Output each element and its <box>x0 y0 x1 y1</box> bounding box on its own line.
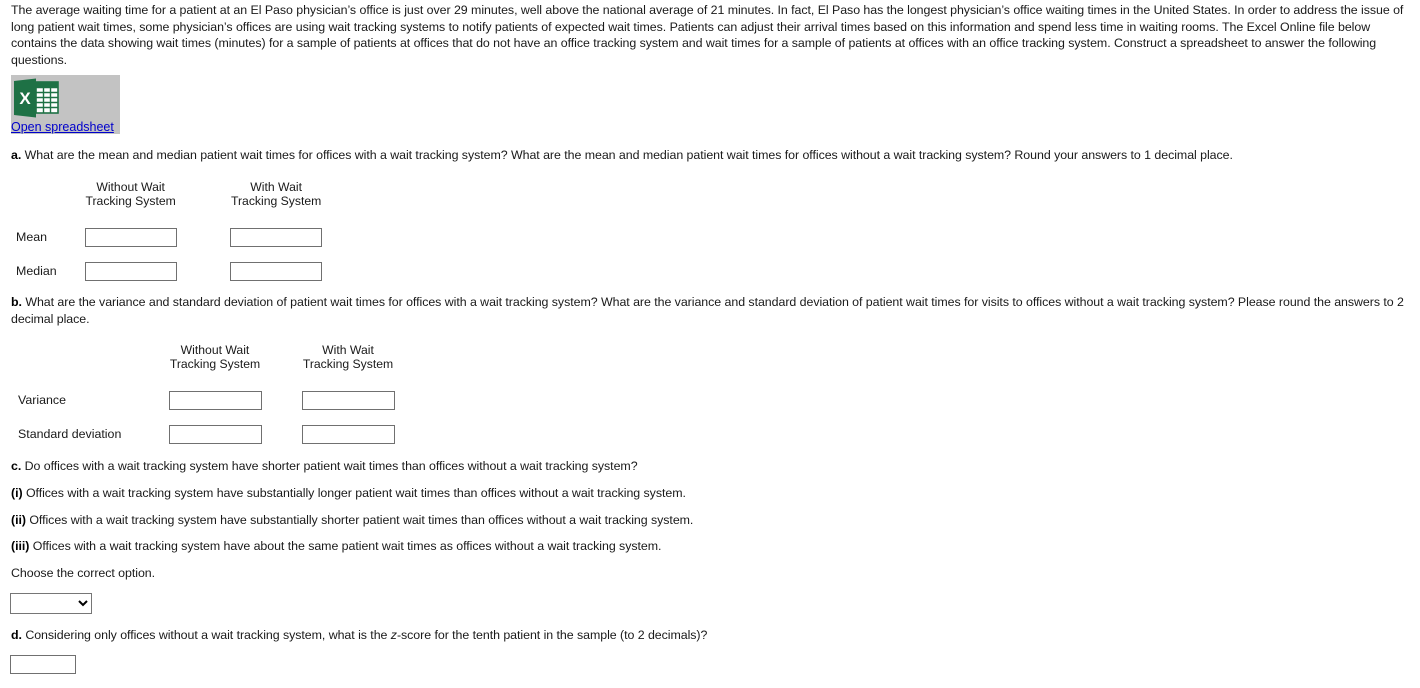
option-i-text: Offices with a wait tracking system have… <box>22 486 686 500</box>
excel-icon: X <box>13 78 61 118</box>
row-label-variance: Variance <box>18 393 66 408</box>
header-line-2: Tracking System <box>302 357 394 372</box>
variance-with-input[interactable] <box>301 390 395 410</box>
part-d-answer-input[interactable] <box>10 655 76 674</box>
part-c-option-ii[interactable]: (ii) Offices with a wait tracking system… <box>11 512 1411 529</box>
median-with-input[interactable] <box>230 261 323 281</box>
part-b-table: Without Wait Tracking System With Wait T… <box>18 343 429 451</box>
cell-mean-with <box>195 220 358 254</box>
part-a-text: What are the mean and median patient wai… <box>21 148 1233 162</box>
column-header-with: With Wait Tracking System <box>195 180 358 220</box>
variance-without-input[interactable] <box>168 390 262 410</box>
mean-with-input[interactable] <box>230 227 323 247</box>
part-c-text: Do offices with a wait tracking system h… <box>21 459 638 473</box>
cell-median-with <box>195 254 358 288</box>
stddev-without-input[interactable] <box>168 424 262 444</box>
cell-mean-without <box>67 220 195 254</box>
cell-variance-with <box>267 383 429 417</box>
header-line-2: Tracking System <box>230 194 322 209</box>
option-i-marker: (i) <box>11 486 23 500</box>
mean-without-input[interactable] <box>84 227 177 247</box>
part-c-question: c. Do offices with a wait tracking syste… <box>11 458 1411 475</box>
part-b-text: What are the variance and standard devia… <box>11 295 1404 326</box>
option-select[interactable]: (i) (ii) (iii) <box>10 593 92 614</box>
option-iii-text: Offices with a wait tracking system have… <box>29 539 662 553</box>
header-line-2: Tracking System <box>169 357 261 372</box>
option-ii-marker: (ii) <box>11 513 26 527</box>
part-c-option-i[interactable]: (i) Offices with a wait tracking system … <box>11 485 1411 502</box>
part-a-marker: a. <box>11 148 22 162</box>
choose-option-instruction: Choose the correct option. <box>11 566 156 580</box>
column-header-without: Without Wait Tracking System <box>67 180 195 220</box>
cell-variance-without <box>163 383 267 417</box>
part-d-question: d. Considering only offices without a wa… <box>11 627 1411 644</box>
row-label-mean: Mean <box>16 230 47 245</box>
open-spreadsheet-link[interactable]: Open spreadsheet <box>11 119 114 135</box>
part-d-marker: d. <box>11 628 22 642</box>
part-b-marker: b. <box>11 295 22 309</box>
part-c-marker: c. <box>11 459 22 473</box>
table-row: Variance <box>18 383 429 417</box>
part-d-text-before: Considering only offices without a wait … <box>21 628 391 642</box>
median-without-input[interactable] <box>84 261 177 281</box>
row-label-standard-deviation: Standard deviation <box>18 427 122 442</box>
table-header-row: Without Wait Tracking System With Wait T… <box>16 180 358 220</box>
cell-stddev-without <box>163 417 267 451</box>
column-header-without: Without Wait Tracking System <box>163 343 267 383</box>
part-a-table: Without Wait Tracking System With Wait T… <box>16 180 358 288</box>
option-iii-marker: (iii) <box>11 539 30 553</box>
intro-paragraph: The average waiting time for a patient a… <box>11 3 1404 67</box>
header-line-1: Without Wait <box>96 180 165 194</box>
table-row: Standard deviation <box>18 417 429 451</box>
svg-text:X: X <box>19 89 31 108</box>
header-line-1: With Wait <box>250 180 302 194</box>
table-row: Median <box>16 254 358 288</box>
header-line-2: Tracking System <box>85 194 176 209</box>
part-b-question: b. What are the variance and standard de… <box>11 294 1411 327</box>
header-line-1: With Wait <box>322 343 374 357</box>
part-a-question: a. What are the mean and median patient … <box>11 147 1411 164</box>
corner-cell <box>16 180 67 220</box>
part-d-text-after: -score for the tenth patient in the samp… <box>396 628 708 642</box>
stddev-with-input[interactable] <box>301 424 395 444</box>
option-ii-text: Offices with a wait tracking system have… <box>25 513 694 527</box>
header-line-1: Without Wait <box>180 343 250 357</box>
part-c-option-iii[interactable]: (iii) Offices with a wait tracking syste… <box>11 538 1411 555</box>
cell-median-without <box>67 254 195 288</box>
column-header-with: With Wait Tracking System <box>267 343 429 383</box>
corner-cell <box>18 343 163 383</box>
row-label-median: Median <box>16 264 57 279</box>
cell-stddev-with <box>267 417 429 451</box>
table-header-row: Without Wait Tracking System With Wait T… <box>18 343 429 383</box>
table-row: Mean <box>16 220 358 254</box>
